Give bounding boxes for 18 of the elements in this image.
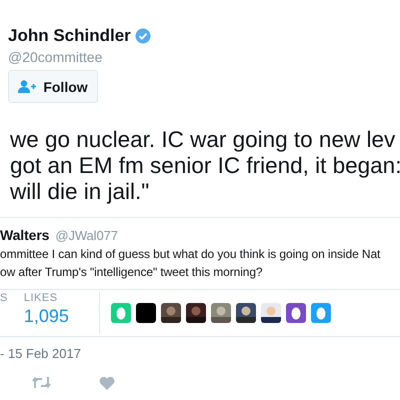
follow-button[interactable]: Follow: [8, 70, 98, 103]
tweet-date[interactable]: - 15 Feb 2017: [0, 337, 400, 361]
author-handle[interactable]: @20committee: [8, 49, 400, 65]
tweet-text-line: we go nuclear. IC war going to new lev: [10, 127, 396, 153]
quoted-author-handle[interactable]: @JWal077: [55, 227, 118, 245]
author-name[interactable]: John Schindler: [8, 26, 131, 46]
stat-label[interactable]: S: [0, 292, 8, 304]
stat-label[interactable]: LIKES: [24, 292, 69, 304]
quoted-author-name[interactable]: Walters: [0, 226, 50, 244]
quoted-tweet-text-line: ommittee I can kind of guess but what do you think is going on inside Nat: [0, 246, 382, 263]
avatar-icon[interactable]: [136, 303, 156, 323]
quoted-tweet-text-line: ow after Trump's "intelligence" tweet this morning?: [0, 264, 264, 281]
egg-avatar-icon[interactable]: [286, 303, 306, 323]
stat-count[interactable]: 1,095: [24, 306, 69, 327]
egg-avatar-icon[interactable]: [311, 303, 331, 323]
tweet-text-line: got an EM fm senior IC friend, it began:: [10, 153, 400, 179]
tweet-text-line: will die in jail.": [10, 179, 150, 205]
add-user-icon: [18, 80, 38, 93]
